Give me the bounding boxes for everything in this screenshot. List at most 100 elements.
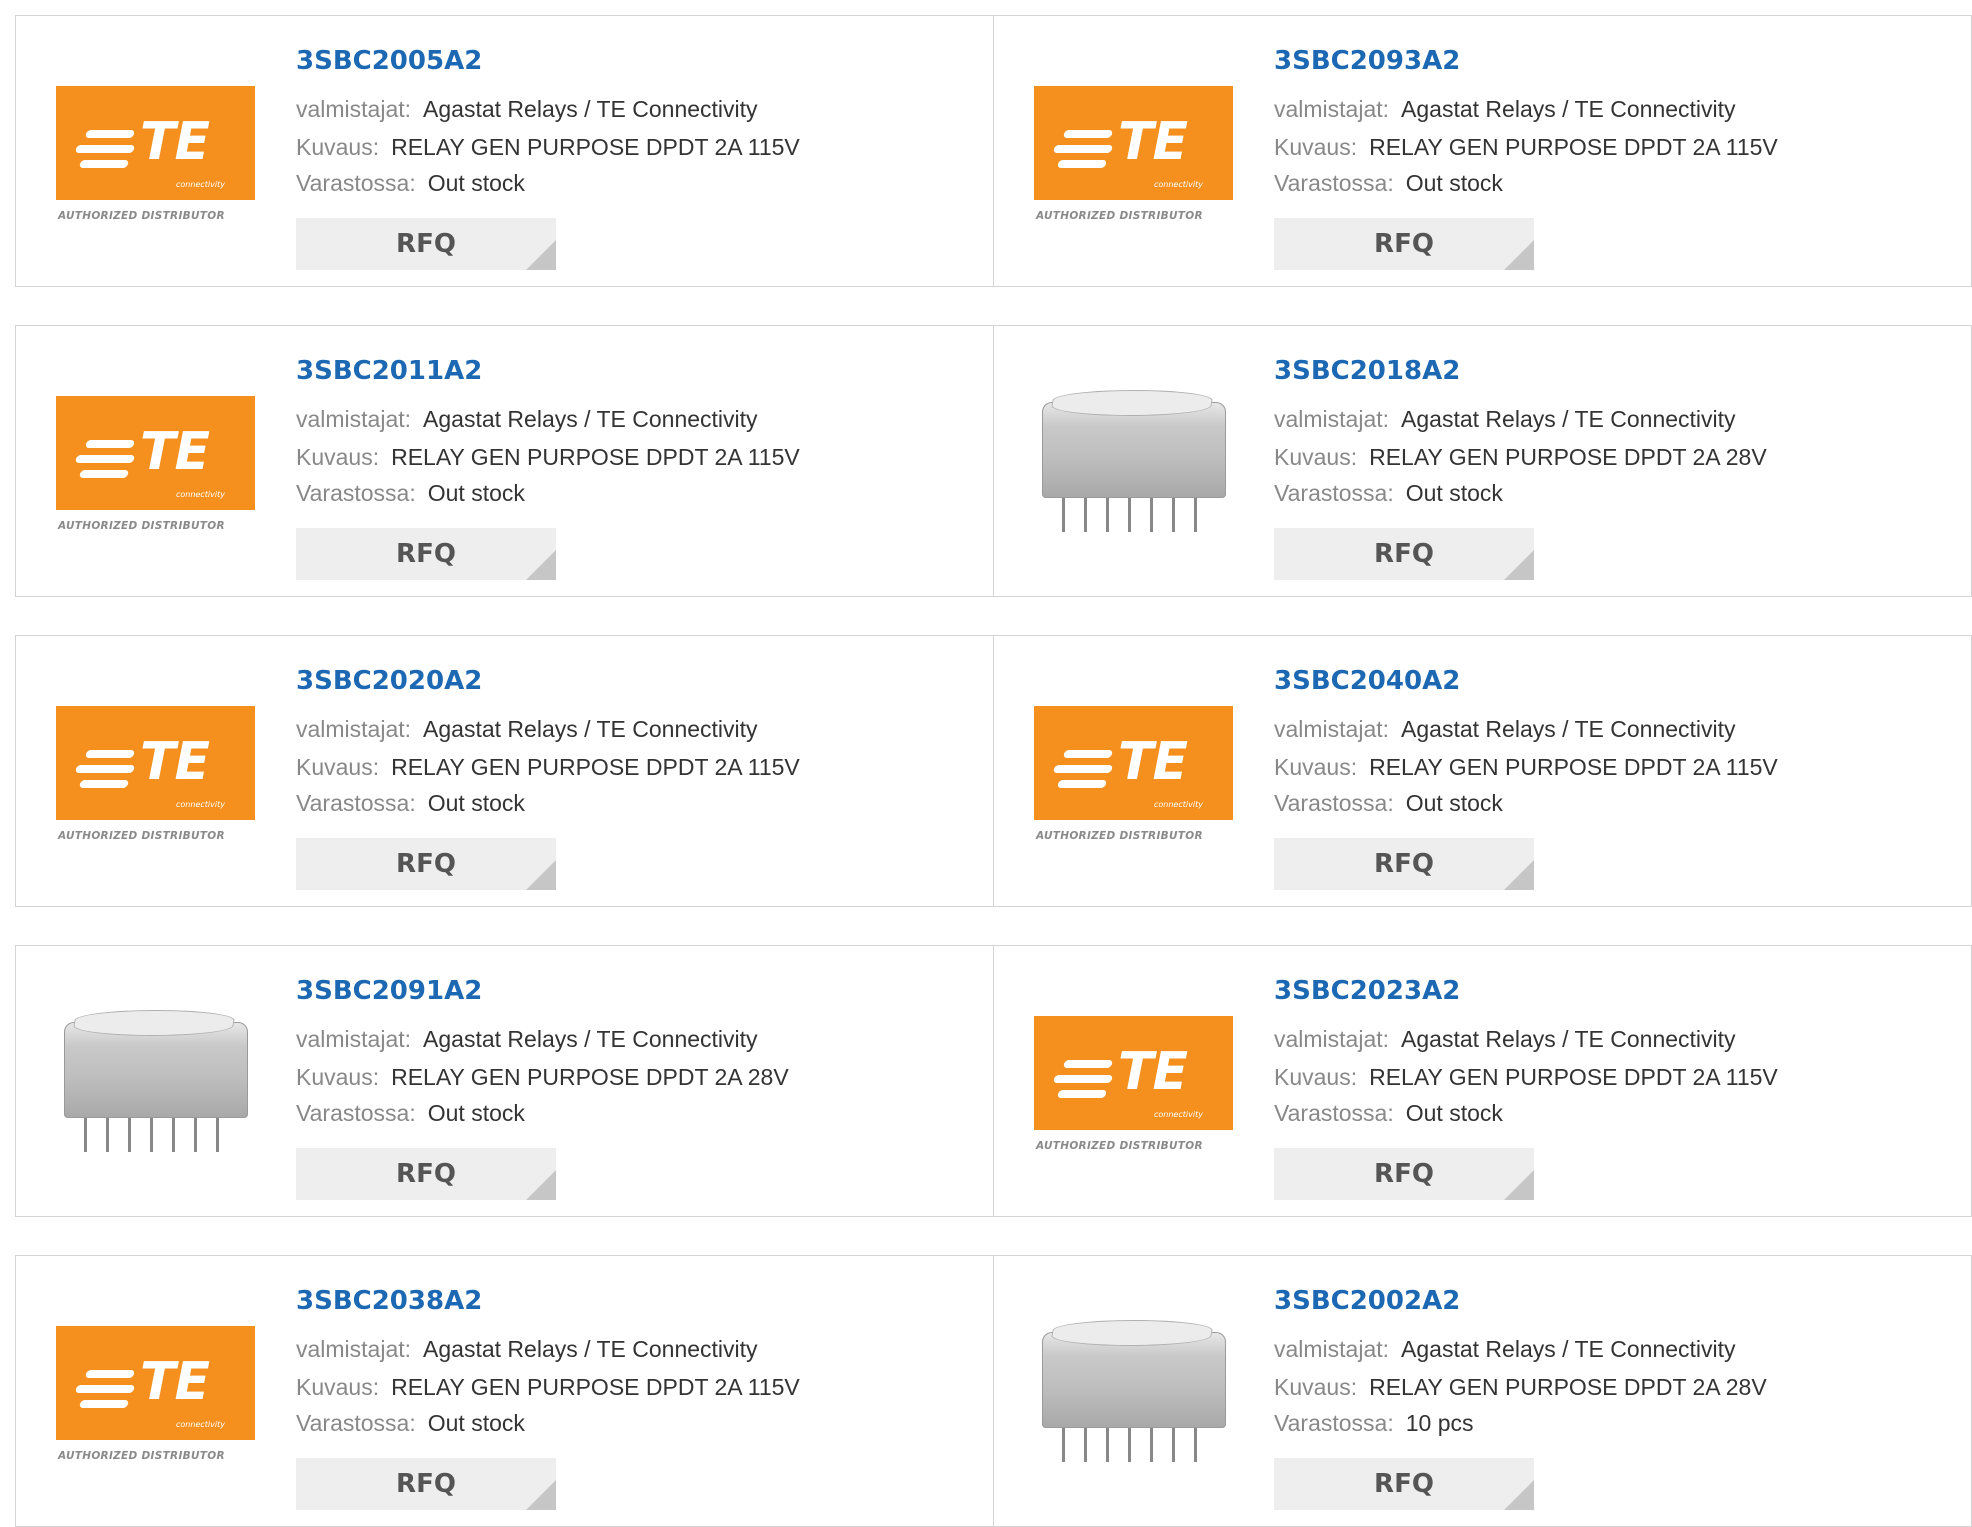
part-number-link[interactable]: 3SBC2091A2 bbox=[296, 976, 482, 1006]
stock-label: Varastossa: bbox=[1274, 1410, 1394, 1436]
manufacturer-label: valmistajat: bbox=[1274, 716, 1390, 742]
manufacturer-label: valmistajat: bbox=[1274, 1336, 1390, 1362]
relay-body bbox=[1042, 1332, 1226, 1428]
rfq-button[interactable]: RFQ bbox=[1274, 838, 1534, 890]
rfq-button[interactable]: RFQ bbox=[1274, 528, 1534, 580]
rfq-button[interactable]: RFQ bbox=[1274, 1458, 1534, 1510]
te-logo-lines-icon bbox=[1052, 1060, 1114, 1105]
te-logo-box: TE connectivity bbox=[1034, 1016, 1233, 1130]
stock-value: 10 pcs bbox=[1405, 1410, 1474, 1436]
rfq-button[interactable]: RFQ bbox=[1274, 1148, 1534, 1200]
stock-label: Varastossa: bbox=[296, 170, 416, 196]
description-label: Kuvaus: bbox=[1274, 1064, 1358, 1090]
part-number-link[interactable]: 3SBC2011A2 bbox=[296, 356, 482, 386]
authorized-distributor-caption: AUTHORIZED DISTRIBUTOR bbox=[58, 520, 225, 532]
manufacturer-label: valmistajat: bbox=[296, 1026, 412, 1052]
manufacturer-label: valmistajat: bbox=[296, 406, 412, 432]
manufacturer-label: valmistajat: bbox=[1274, 1026, 1390, 1052]
te-connectivity-logo: TE connectivity AUTHORIZED DISTRIBUTOR bbox=[56, 1314, 256, 1464]
te-logo-subtext: connectivity bbox=[1154, 1110, 1203, 1119]
product-image[interactable]: TE connectivity AUTHORIZED DISTRIBUTOR bbox=[56, 384, 256, 534]
product-image[interactable]: TE connectivity AUTHORIZED DISTRIBUTOR bbox=[56, 74, 256, 224]
rfq-button-label: RFQ bbox=[396, 849, 456, 879]
stock-row: Varastossa: Out stock bbox=[1274, 1100, 1503, 1127]
product-image[interactable] bbox=[1034, 384, 1234, 534]
product-image[interactable] bbox=[56, 1004, 256, 1154]
te-connectivity-logo: TE connectivity AUTHORIZED DISTRIBUTOR bbox=[1034, 1004, 1234, 1154]
te-logo-lines-icon bbox=[74, 750, 136, 795]
rfq-button-label: RFQ bbox=[1374, 229, 1434, 259]
product-image[interactable]: TE connectivity AUTHORIZED DISTRIBUTOR bbox=[1034, 74, 1234, 224]
product-card: 3SBC2002A2 valmistajat: Agastat Relays / … bbox=[993, 1255, 1972, 1527]
rfq-button[interactable]: RFQ bbox=[296, 1148, 556, 1200]
part-number-link[interactable]: 3SBC2005A2 bbox=[296, 46, 482, 76]
product-image[interactable]: TE connectivity AUTHORIZED DISTRIBUTOR bbox=[56, 694, 256, 844]
authorized-distributor-caption: AUTHORIZED DISTRIBUTOR bbox=[1036, 210, 1203, 222]
description-row: Kuvaus: RELAY GEN PURPOSE DPDT 2A 115V bbox=[296, 134, 800, 161]
description-row: Kuvaus: RELAY GEN PURPOSE DPDT 2A 28V bbox=[1274, 444, 1767, 471]
stock-row: Varastossa: Out stock bbox=[296, 480, 525, 507]
product-image[interactable]: TE connectivity AUTHORIZED DISTRIBUTOR bbox=[1034, 694, 1234, 844]
rfq-button-label: RFQ bbox=[1374, 849, 1434, 879]
relay-top bbox=[1049, 1320, 1215, 1346]
rfq-button-label: RFQ bbox=[396, 1469, 456, 1499]
te-logo-subtext: connectivity bbox=[176, 490, 225, 499]
description-label: Kuvaus: bbox=[296, 754, 380, 780]
manufacturer-row: valmistajat: Agastat Relays / TE Connecti… bbox=[296, 1336, 758, 1363]
stock-value: Out stock bbox=[1405, 480, 1503, 506]
stock-row: Varastossa: Out stock bbox=[296, 1100, 525, 1127]
te-logo-box: TE connectivity bbox=[56, 396, 255, 510]
description-value: RELAY GEN PURPOSE DPDT 2A 28V bbox=[391, 1064, 789, 1090]
manufacturer-value: Agastat Relays / TE Connectivity bbox=[423, 96, 758, 122]
te-logo-lines-icon bbox=[74, 130, 136, 175]
rfq-button[interactable]: RFQ bbox=[296, 1458, 556, 1510]
part-number-link[interactable]: 3SBC2093A2 bbox=[1274, 46, 1460, 76]
product-image[interactable]: TE connectivity AUTHORIZED DISTRIBUTOR bbox=[56, 1314, 256, 1464]
stock-label: Varastossa: bbox=[296, 1410, 416, 1436]
manufacturer-label: valmistajat: bbox=[296, 96, 412, 122]
manufacturer-value: Agastat Relays / TE Connectivity bbox=[423, 1336, 758, 1362]
description-value: RELAY GEN PURPOSE DPDT 2A 115V bbox=[1369, 754, 1778, 780]
manufacturer-row: valmistajat: Agastat Relays / TE Connecti… bbox=[1274, 1336, 1736, 1363]
product-card: 3SBC2018A2 valmistajat: Agastat Relays / … bbox=[993, 325, 1972, 597]
manufacturer-value: Agastat Relays / TE Connectivity bbox=[1401, 1026, 1736, 1052]
relay-body bbox=[1042, 402, 1226, 498]
product-row: TE connectivity AUTHORIZED DISTRIBUTOR 3… bbox=[15, 15, 1972, 287]
te-connectivity-logo: TE connectivity AUTHORIZED DISTRIBUTOR bbox=[1034, 74, 1234, 224]
manufacturer-row: valmistajat: Agastat Relays / TE Connecti… bbox=[296, 406, 758, 433]
relay-top bbox=[71, 1010, 237, 1036]
part-number-link[interactable]: 3SBC2020A2 bbox=[296, 666, 482, 696]
te-logo-text: TE bbox=[140, 1352, 210, 1412]
part-number-link[interactable]: 3SBC2023A2 bbox=[1274, 976, 1460, 1006]
te-logo-text: TE bbox=[140, 112, 210, 172]
product-card: 3SBC2091A2 valmistajat: Agastat Relays / … bbox=[15, 945, 995, 1217]
relay-pins bbox=[1062, 498, 1212, 532]
rfq-button-label: RFQ bbox=[1374, 1469, 1434, 1499]
part-number-link[interactable]: 3SBC2040A2 bbox=[1274, 666, 1460, 696]
rfq-button[interactable]: RFQ bbox=[1274, 218, 1534, 270]
product-image[interactable] bbox=[1034, 1314, 1234, 1464]
rfq-button[interactable]: RFQ bbox=[296, 528, 556, 580]
product-image[interactable]: TE connectivity AUTHORIZED DISTRIBUTOR bbox=[1034, 1004, 1234, 1154]
manufacturer-row: valmistajat: Agastat Relays / TE Connecti… bbox=[296, 1026, 758, 1053]
manufacturer-row: valmistajat: Agastat Relays / TE Connecti… bbox=[296, 716, 758, 743]
manufacturer-value: Agastat Relays / TE Connectivity bbox=[1401, 716, 1736, 742]
product-card: TE connectivity AUTHORIZED DISTRIBUTOR 3… bbox=[993, 15, 1972, 287]
stock-value: Out stock bbox=[1405, 790, 1503, 816]
stock-value: Out stock bbox=[427, 170, 525, 196]
rfq-button[interactable]: RFQ bbox=[296, 838, 556, 890]
part-number-link[interactable]: 3SBC2018A2 bbox=[1274, 356, 1460, 386]
rfq-button[interactable]: RFQ bbox=[296, 218, 556, 270]
description-row: Kuvaus: RELAY GEN PURPOSE DPDT 2A 115V bbox=[296, 444, 800, 471]
stock-value: Out stock bbox=[1405, 170, 1503, 196]
part-number-link[interactable]: 3SBC2002A2 bbox=[1274, 1286, 1460, 1316]
manufacturer-label: valmistajat: bbox=[296, 1336, 412, 1362]
te-logo-box: TE connectivity bbox=[56, 1326, 255, 1440]
te-logo-subtext: connectivity bbox=[176, 180, 225, 189]
rfq-button-label: RFQ bbox=[396, 539, 456, 569]
description-label: Kuvaus: bbox=[296, 1064, 380, 1090]
part-number-link[interactable]: 3SBC2038A2 bbox=[296, 1286, 482, 1316]
description-value: RELAY GEN PURPOSE DPDT 2A 28V bbox=[1369, 444, 1767, 470]
te-logo-lines-icon bbox=[74, 440, 136, 485]
manufacturer-value: Agastat Relays / TE Connectivity bbox=[423, 716, 758, 742]
